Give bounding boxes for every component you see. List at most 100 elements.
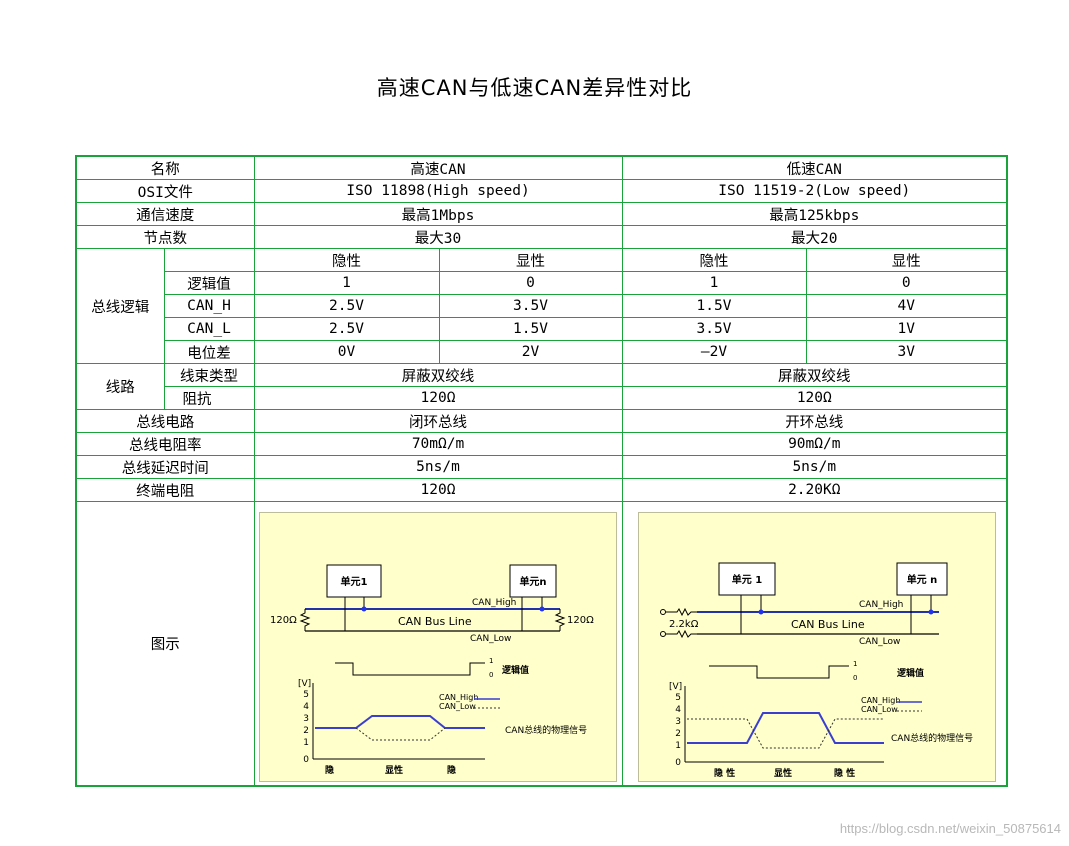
res-right-label: 120Ω [567,615,594,626]
svg-text:5: 5 [675,693,681,703]
cell-empty [163,248,255,272]
table-row: 总线逻辑 隐性 显性 隐性 显性 [75,248,1008,364]
svg-text:隐: 隐 [447,764,456,776]
cell-high: 120Ω [253,478,623,502]
cell-high: 屏蔽双绞线 [253,363,623,387]
header-low-speed: 低速CAN [621,155,1008,180]
table-row: 总线延迟时间 5ns/m 5ns/m [75,455,1008,479]
left-resistor [299,609,310,631]
cell: 2.5V [253,294,440,318]
logic-waveform [334,662,485,676]
cell: 1V [805,317,1008,341]
logic-label: 逻辑值 [896,667,924,679]
bus-label: CAN Bus Line [398,615,472,628]
illustration-row: 图示 单元1 单元n 120Ω 120Ω CAN_High CAN_Low CA… [75,501,1008,787]
can-high-label: CAN_High [859,600,903,610]
svg-text:2: 2 [303,726,309,736]
watermark: https://blog.csdn.net/weixin_50875614 [839,821,1061,836]
cell: 3V [805,340,1008,364]
svg-text:显性: 显性 [385,764,403,776]
can-low-signal [355,727,445,741]
y-ticks: 5 4 3 2 1 0 [675,693,681,768]
svg-text:CAN_Low: CAN_Low [861,705,898,714]
cell-low: 最高125kbps [621,202,1008,226]
table-row: 通信速度 最高1Mbps 最高125kbps [75,202,1008,226]
row-label: 总线电路 [75,409,255,433]
cell: 3.5V [438,294,623,318]
can-low-label: CAN_Low [470,634,511,644]
cell-low: ISO 11519-2(Low speed) [621,179,1008,203]
svg-text:5: 5 [303,690,309,700]
cell-low: 2.20KΩ [621,478,1008,502]
svg-text:[V]: [V] [298,679,311,689]
header-row: 名称 高速CAN 低速CAN [75,155,1008,180]
res-left-label: 2.2kΩ [669,619,699,630]
svg-text:CAN_Low: CAN_Low [439,702,476,711]
cell: —2V [621,340,807,364]
can-high-signal [314,715,485,729]
right-resistor [554,609,565,631]
svg-text:1: 1 [489,657,493,665]
cell-high: 70mΩ/m [253,432,623,456]
left-resistor-low [665,629,697,639]
cell-high: ISO 11898(High speed) [253,179,623,203]
svg-text:0: 0 [853,674,857,682]
svg-text:0: 0 [489,671,493,679]
row-sublabel: 阻抗 [163,386,255,410]
row-label: OSI文件 [75,179,255,203]
row-group-label: 线路 [75,363,165,410]
cell-high: 最高1Mbps [253,202,623,226]
cell: 3.5V [621,317,807,341]
cell-low: 最大20 [621,225,1008,249]
svg-text:1: 1 [303,738,309,748]
cell: 0 [438,271,623,295]
phys-label: CAN总线的物理信号 [891,732,973,744]
cell: 2V [438,340,623,364]
svg-text:隐 性: 隐 性 [834,767,855,779]
cell: 1.5V [621,294,807,318]
low-speed-can-diagram: 单元 1 单元 n 2.2kΩ CAN_High CAN_Low CAN Bus… [659,562,973,779]
cell: 1 [621,271,807,295]
cell-high: 120Ω [253,386,623,410]
unit-n-label: 单元 n [906,573,937,586]
svg-text:0: 0 [675,758,681,768]
svg-text:3: 3 [675,717,681,727]
cell: 0 [805,271,1008,295]
cell-low-recessive-head: 隐性 [621,248,807,272]
svg-text:1: 1 [675,741,681,751]
svg-text:隐: 隐 [325,764,334,776]
table-row: 节点数 最大30 最大20 [75,225,1008,249]
low-speed-can-figure: 单元 1 单元 n 2.2kΩ CAN_High CAN_Low CAN Bus… [637,512,996,782]
row-label: 终端电阻 [75,478,255,502]
cell-high: 闭环总线 [253,409,623,433]
high-speed-can-figure: 单元1 单元n 120Ω 120Ω CAN_High CAN_Low CAN B… [258,512,617,782]
figure-cell-low: 单元 1 单元 n 2.2kΩ CAN_High CAN_Low CAN Bus… [621,501,1008,787]
svg-text:0: 0 [303,755,309,765]
row-label: 通信速度 [75,202,255,226]
table-row: OSI文件 ISO 11898(High speed) ISO 11519-2(… [75,179,1008,203]
table-row: 总线电路 闭环总线 开环总线 [75,409,1008,433]
cell: 4V [805,294,1008,318]
svg-text:4: 4 [303,702,309,712]
unit-1-label: 单元 1 [731,573,761,586]
can-low-label: CAN_Low [859,637,900,647]
table-row: 总线电阻率 70mΩ/m 90mΩ/m [75,432,1008,456]
cell-high-recessive-head: 隐性 [253,248,440,272]
y-ticks: 5 4 3 2 1 0 [303,690,309,765]
row-sublabel: CAN_H [163,294,255,318]
cell-high: 5ns/m [253,455,623,479]
cell-high: 最大30 [253,225,623,249]
table-row: 逻辑值 1 0 1 0 [76,271,1008,295]
left-resistor-high [665,607,697,617]
row-sublabel: 线束类型 [163,363,255,387]
svg-text:2: 2 [675,729,681,739]
logic-label: 逻辑值 [501,664,529,676]
row-group-label: 总线逻辑 [75,248,165,364]
row-sublabel: CAN_L [163,317,255,341]
comparison-table: 名称 高速CAN 低速CAN OSI文件 ISO 11898(High spee… [75,155,1009,787]
table-row: CAN_L 2.5V 1.5V 3.5V 1V [76,317,1008,341]
svg-text:[V]: [V] [669,682,682,692]
cell: 1 [253,271,440,295]
page-title: 高速CAN与低速CAN差异性对比 [376,76,693,100]
svg-text:CAN_High: CAN_High [439,693,478,702]
